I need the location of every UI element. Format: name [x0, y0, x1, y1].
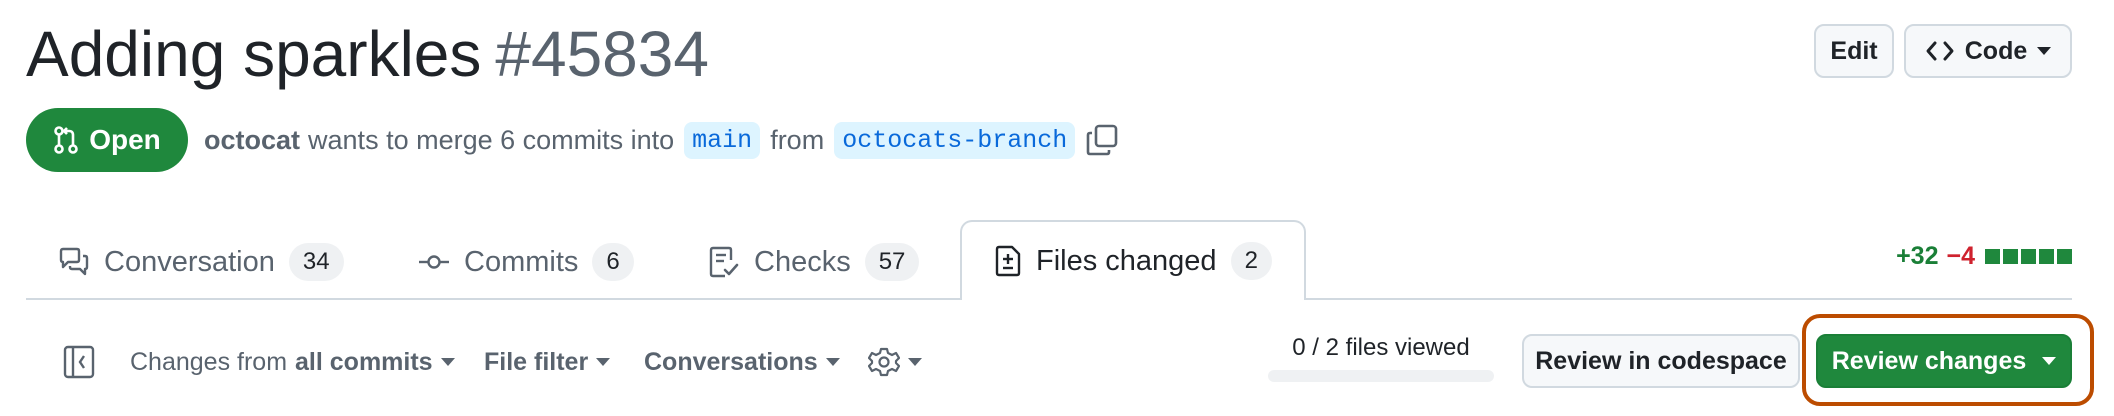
files-viewed-text: 0 / 2 files viewed	[1292, 334, 1470, 361]
comment-discussion-icon	[58, 247, 90, 277]
pr-title-text: Adding sparkles	[26, 18, 482, 90]
checklist-icon	[708, 246, 740, 278]
tab-label: Files changed	[1036, 244, 1217, 277]
changes-prefix: Changes from	[130, 347, 288, 376]
chevron-down-icon	[596, 358, 611, 366]
code-icon	[1925, 40, 1955, 62]
toggle-file-tree-button[interactable]	[62, 340, 96, 384]
tab-counter: 2	[1230, 242, 1272, 280]
changes-value: all commits	[295, 347, 433, 376]
edit-button[interactable]: Edit	[1814, 24, 1894, 78]
review-in-codespace-button[interactable]: Review in codespace	[1522, 334, 1800, 388]
diffstat-block	[2003, 249, 2018, 264]
tab-files-changed[interactable]: Files changed 2	[960, 220, 1306, 300]
base-branch[interactable]: main	[684, 121, 761, 159]
conversations-dropdown[interactable]: Conversations	[644, 340, 840, 384]
deletions-count: −4	[1946, 242, 1975, 270]
merge-text: wants to merge 6 commits into	[308, 124, 675, 155]
settings-dropdown[interactable]	[868, 340, 922, 384]
git-pull-request-icon	[53, 126, 79, 154]
pr-meta: octocat wants to merge 6 commits into ma…	[204, 118, 1119, 162]
additions-count: +32	[1896, 242, 1939, 270]
diffstat-blocks	[1985, 249, 2072, 264]
code-button-label: Code	[1964, 36, 2028, 65]
files-viewed-progress	[1268, 370, 1494, 382]
chevron-down-icon	[908, 358, 922, 366]
conversations-label: Conversations	[644, 347, 818, 376]
tab-counter: 6	[592, 243, 634, 281]
file-diff-icon	[994, 245, 1022, 277]
from-text: from	[770, 124, 825, 155]
tab-checks[interactable]: Checks 57	[708, 226, 920, 298]
tab-label: Conversation	[104, 245, 275, 278]
diffstat: +32 −4	[1896, 242, 2072, 271]
chevron-down-icon	[2037, 47, 2052, 55]
tab-counter: 57	[864, 243, 920, 281]
tab-counter: 34	[288, 243, 344, 281]
author-link[interactable]: octocat	[204, 125, 300, 156]
review-changes-label: Review changes	[1831, 346, 2027, 375]
tab-label: Commits	[464, 245, 579, 278]
pr-title: Adding sparkles #45834	[26, 14, 709, 94]
diffstat-block	[1985, 249, 2000, 264]
sidebar-collapse-icon	[62, 344, 96, 380]
changes-from-dropdown[interactable]: Changes from all commits	[130, 340, 455, 384]
chevron-down-icon	[825, 358, 840, 366]
state-label: Open	[89, 124, 161, 155]
review-changes-button[interactable]: Review changes	[1816, 334, 2072, 388]
diffstat-block	[2021, 249, 2036, 264]
copy-icon[interactable]	[1085, 123, 1119, 157]
chevron-down-icon	[440, 358, 455, 366]
chevron-down-icon	[2042, 357, 2057, 365]
code-button[interactable]: Code	[1904, 24, 2072, 78]
file-filter-dropdown[interactable]: File filter	[484, 340, 611, 384]
review-in-codespace-label: Review in codespace	[1535, 346, 1787, 375]
head-branch[interactable]: octocats-branch	[834, 121, 1076, 159]
diffstat-block	[2057, 249, 2072, 264]
file-filter-label: File filter	[484, 347, 589, 376]
diffstat-block	[2039, 249, 2054, 264]
tab-conversation[interactable]: Conversation 34	[58, 226, 344, 298]
gear-icon	[868, 346, 900, 378]
pr-number: #45834	[495, 18, 709, 90]
git-commit-icon	[418, 252, 450, 272]
edit-button-label: Edit	[1830, 36, 1878, 65]
state-badge: Open	[26, 108, 188, 172]
tab-label: Checks	[754, 245, 851, 278]
tab-commits[interactable]: Commits 6	[418, 226, 634, 298]
